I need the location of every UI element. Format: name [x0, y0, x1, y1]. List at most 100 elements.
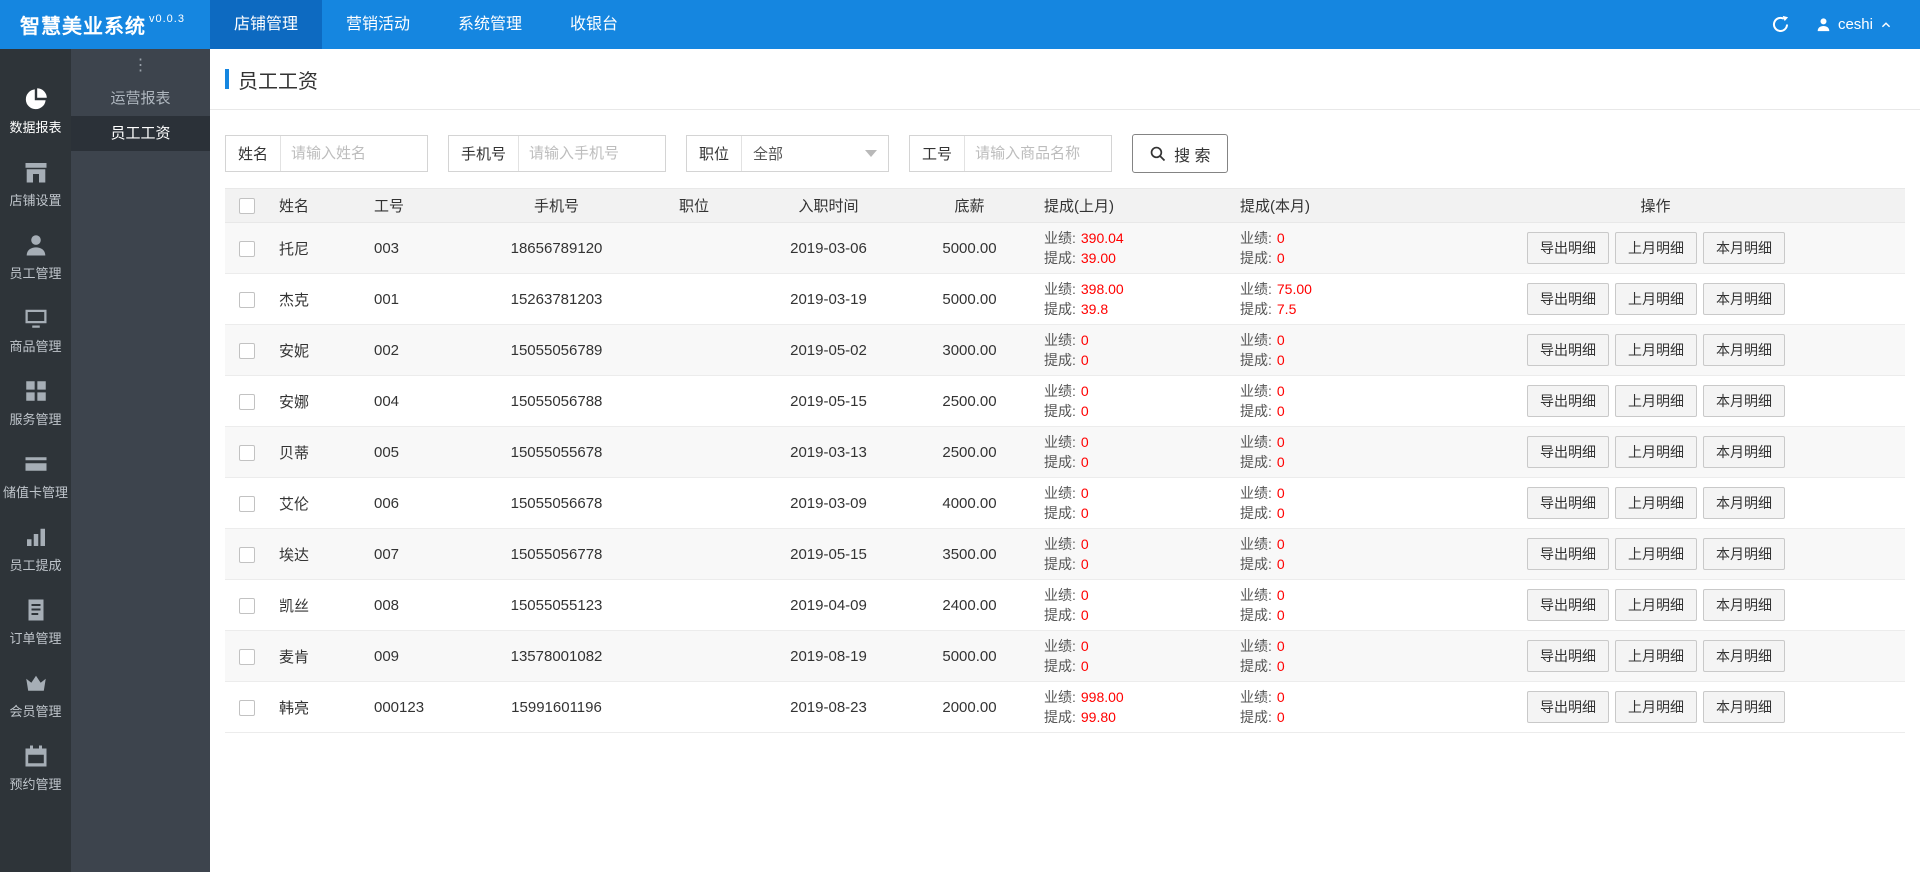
phone-filter-group: 手机号 [448, 135, 667, 172]
row-checkbox-cell [225, 273, 269, 325]
sidebar-item-goods[interactable]: 商品管理 [0, 294, 71, 367]
last-month-detail-button[interactable]: 上月明细 [1615, 283, 1697, 315]
row-checkbox[interactable] [239, 342, 255, 359]
export-detail-button[interactable]: 导出明细 [1527, 691, 1609, 723]
last-month-detail-button[interactable]: 上月明细 [1615, 538, 1697, 570]
export-detail-button[interactable]: 导出明细 [1527, 334, 1609, 366]
this-month-detail-button[interactable]: 本月明细 [1703, 283, 1785, 315]
nav-item[interactable]: 系统管理 [434, 0, 546, 49]
search-button[interactable]: 搜 索 [1132, 134, 1228, 173]
metric-value: 0 [1276, 332, 1285, 348]
export-detail-button[interactable]: 导出明细 [1527, 385, 1609, 417]
export-detail-button[interactable]: 导出明细 [1527, 436, 1609, 468]
metric-label: 业绩: [1044, 332, 1076, 348]
row-checkbox[interactable] [239, 597, 255, 614]
performance-line: 业绩: 0 [1240, 330, 1524, 350]
phone-cell: 18656789120 [477, 222, 636, 274]
refresh-icon[interactable] [1771, 15, 1790, 34]
sidebar-item-label: 预约管理 [9, 777, 62, 792]
export-detail-button[interactable]: 导出明细 [1527, 589, 1609, 621]
sidebar-item-members[interactable]: 会员管理 [0, 659, 71, 732]
nav-item[interactable]: 营销活动 [322, 0, 434, 49]
bar-chart-icon [24, 525, 48, 549]
metric-value: 99.80 [1080, 709, 1116, 725]
this-month-detail-button[interactable]: 本月明细 [1703, 334, 1785, 366]
metric-value: 0 [1276, 689, 1285, 705]
export-detail-button[interactable]: 导出明细 [1527, 538, 1609, 570]
row-checkbox[interactable] [239, 240, 255, 257]
job-no-cell: 007 [364, 528, 477, 580]
this-month-detail-button[interactable]: 本月明细 [1703, 538, 1785, 570]
commission-line: 提成: 0 [1240, 452, 1524, 472]
last-month-detail-button[interactable]: 上月明细 [1615, 640, 1697, 672]
this-month-detail-button[interactable]: 本月明细 [1703, 385, 1785, 417]
this-month-detail-button[interactable]: 本月明细 [1703, 691, 1785, 723]
select-all-checkbox[interactable] [239, 198, 255, 215]
metric-value: 0 [1080, 383, 1089, 399]
metric-value: 0 [1276, 250, 1285, 266]
this-month-detail-button[interactable]: 本月明细 [1703, 640, 1785, 672]
last-month-detail-button[interactable]: 上月明细 [1615, 385, 1697, 417]
commission-line: 提成: 0 [1240, 248, 1524, 268]
this-month-detail-button[interactable]: 本月明细 [1703, 487, 1785, 519]
submenu-toggle-icon[interactable]: ⋮ [71, 49, 210, 81]
last-month-detail-button[interactable]: 上月明细 [1615, 232, 1697, 264]
jobno-input[interactable] [965, 136, 1112, 171]
nav-item[interactable]: 收银台 [546, 0, 642, 49]
grid-icon [24, 379, 48, 403]
submenu-item[interactable]: 员工工资 [71, 116, 210, 151]
employee-name-cell: 韩亮 [269, 681, 364, 733]
export-detail-button[interactable]: 导出明细 [1527, 283, 1609, 315]
sidebar-item-orders[interactable]: 订单管理 [0, 586, 71, 659]
this-month-detail-button[interactable]: 本月明细 [1703, 589, 1785, 621]
base-salary-cell: 2400.00 [905, 579, 1034, 631]
user-menu[interactable]: ceshi [1816, 16, 1892, 33]
position-select[interactable]: 全部 [742, 136, 888, 171]
base-salary-cell: 2500.00 [905, 375, 1034, 427]
metric-label: 提成: [1240, 607, 1272, 623]
export-detail-button[interactable]: 导出明细 [1527, 232, 1609, 264]
sidebar-item-data-report[interactable]: 数据报表 [0, 75, 71, 148]
sidebar-item-staff[interactable]: 员工管理 [0, 221, 71, 294]
row-checkbox[interactable] [239, 648, 255, 665]
last-month-detail-button[interactable]: 上月明细 [1615, 589, 1697, 621]
table-row: 凯丝 008 15055055123 2019-04-09 2400.00 业绩: 0 提成:… [225, 579, 1905, 631]
metric-label: 业绩: [1044, 383, 1076, 399]
row-checkbox[interactable] [239, 393, 255, 410]
sidebar-item-value-card[interactable]: 储值卡管理 [0, 440, 71, 513]
sidebar-main: 数据报表店铺设置员工管理 商品管理 服务管理 储值卡管理 员工提成 订单管理 会员管理预约管… [0, 49, 71, 872]
name-input[interactable] [281, 136, 428, 171]
export-detail-button[interactable]: 导出明细 [1527, 487, 1609, 519]
sidebar-item-booking[interactable]: 预约管理 [0, 732, 71, 805]
column-header: 职位 [636, 188, 752, 223]
sidebar-item-commission[interactable]: 员工提成 [0, 513, 71, 586]
export-detail-button[interactable]: 导出明细 [1527, 640, 1609, 672]
row-actions-cell: 导出明细 上月明细 本月明细 [1524, 477, 1787, 529]
metric-label: 提成: [1044, 403, 1076, 419]
last-month-detail-button[interactable]: 上月明细 [1615, 334, 1697, 366]
last-month-detail-button[interactable]: 上月明细 [1615, 487, 1697, 519]
last-month-detail-button[interactable]: 上月明细 [1615, 691, 1697, 723]
sidebar-submenu: ⋮ 运营报表 员工工资 [71, 49, 210, 872]
this-month-detail-button[interactable]: 本月明细 [1703, 232, 1785, 264]
this-month-detail-button[interactable]: 本月明细 [1703, 436, 1785, 468]
nav-item[interactable]: 店铺管理 [210, 0, 323, 49]
performance-line: 业绩: 75.00 [1240, 279, 1524, 299]
phone-cell: 15991601196 [477, 681, 636, 733]
row-checkbox[interactable] [239, 699, 255, 716]
commission-line: 提成: 39.00 [1044, 248, 1230, 268]
main-content: 员工工资 姓名 手机号 职位 全部 工号 [210, 49, 1920, 872]
phone-input[interactable] [519, 136, 666, 171]
employee-name-cell: 安娜 [269, 375, 364, 427]
row-checkbox[interactable] [239, 495, 255, 512]
job-no-cell: 003 [364, 222, 477, 274]
last-month-detail-button[interactable]: 上月明细 [1615, 436, 1697, 468]
sidebar-item-services[interactable]: 服务管理 [0, 367, 71, 440]
commission-cell: 业绩: 0 提成: 0 [1230, 579, 1524, 631]
row-checkbox[interactable] [239, 546, 255, 563]
sidebar-item-label: 店铺设置 [9, 193, 62, 208]
row-checkbox[interactable] [239, 291, 255, 308]
sidebar-item-shop-settings[interactable]: 店铺设置 [0, 148, 71, 221]
row-checkbox[interactable] [239, 444, 255, 461]
submenu-item[interactable]: 运营报表 [71, 81, 210, 116]
